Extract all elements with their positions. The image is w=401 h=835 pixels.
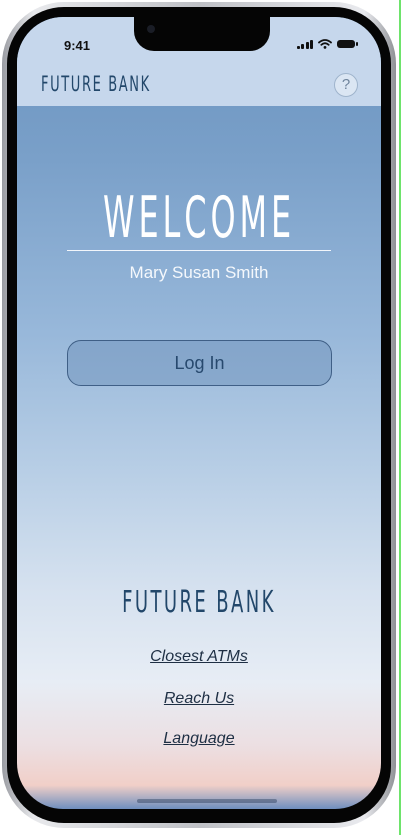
phone-bezel: 9:41 FUTURE BANK ? WELCOME Mary Susan Sm… [7,7,391,823]
user-name: Mary Susan Smith [129,263,269,282]
footer-brand-logo: FUTURE BANK [122,585,276,620]
home-indicator[interactable] [137,799,277,803]
status-time: 9:41 [64,38,91,53]
wifi-icon [318,39,332,49]
welcome-title: WELCOME [102,185,296,251]
welcome-divider [67,250,331,251]
language-link[interactable]: Language [17,730,381,748]
login-button[interactable]: Log In [67,340,332,386]
notch [134,17,270,51]
app-screen: 9:41 FUTURE BANK ? WELCOME Mary Susan Sm… [17,17,381,809]
closest-atms-link[interactable]: Closest ATMs [17,648,381,666]
camera-icon [147,25,155,33]
status-icons [296,39,358,49]
signal-icon [296,39,313,49]
reach-us-link[interactable]: Reach Us [17,690,381,708]
header-brand-logo: FUTURE BANK [41,72,151,96]
battery-icon [337,40,358,48]
help-button[interactable]: ? [334,73,358,97]
phone-frame: 9:41 FUTURE BANK ? WELCOME Mary Susan Sm… [2,2,396,828]
